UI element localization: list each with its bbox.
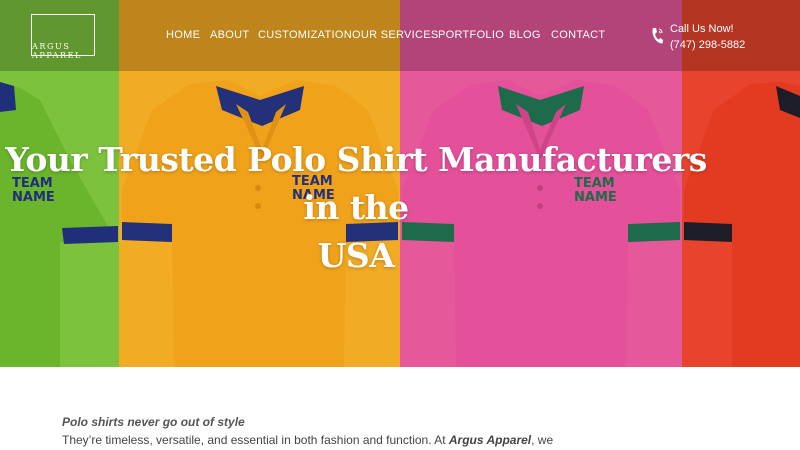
intro-section: Polo shirts never go out of style They’r…: [62, 413, 742, 449]
logo[interactable]: ARGUS APPAREL: [31, 14, 95, 60]
hero-headline-line1: Your Trusted Polo Shirt Manufacturers in…: [5, 140, 707, 227]
nav-item-customization[interactable]: CUSTOMIZATION: [258, 29, 352, 41]
nav-item-home[interactable]: HOME: [166, 29, 200, 41]
nav-item-about[interactable]: ABOUT: [210, 29, 249, 41]
hero-headline: Your Trusted Polo Shirt Manufacturers in…: [0, 136, 712, 280]
phone-contact[interactable]: Call Us Now! (747) 298-5882: [670, 21, 745, 53]
logo-wordmark: ARGUS APPAREL: [32, 42, 122, 60]
intro-text-before: They’re timeless, versatile, and essenti…: [62, 433, 449, 447]
nav-item-blog[interactable]: BLOG: [509, 29, 541, 41]
phone-cta-label: Call Us Now!: [670, 23, 734, 35]
intro-brand-name: Argus Apparel: [448, 433, 532, 447]
phone-icon[interactable]: [650, 26, 664, 46]
logo-line-2: APPAREL: [32, 51, 82, 60]
intro-text-after: , we: [531, 433, 554, 447]
nav-item-portfolio[interactable]: PORTFOLIO: [438, 29, 504, 41]
logo-line-1: ARGUS: [32, 42, 71, 51]
intro-heading: Polo shirts never go out of style: [62, 415, 245, 429]
hero-headline-line2: USA: [317, 236, 395, 275]
nav-item-our-services[interactable]: OUR SERVICES: [352, 29, 439, 41]
phone-number[interactable]: (747) 298-5882: [670, 39, 745, 51]
nav-item-contact[interactable]: CONTACT: [551, 29, 605, 41]
hero-banner: TEAM NAME TEAM NAME TEAM NAME ARGUS APPA…: [0, 0, 800, 367]
intro-paragraph: They’re timeless, versatile, and essenti…: [62, 431, 742, 449]
